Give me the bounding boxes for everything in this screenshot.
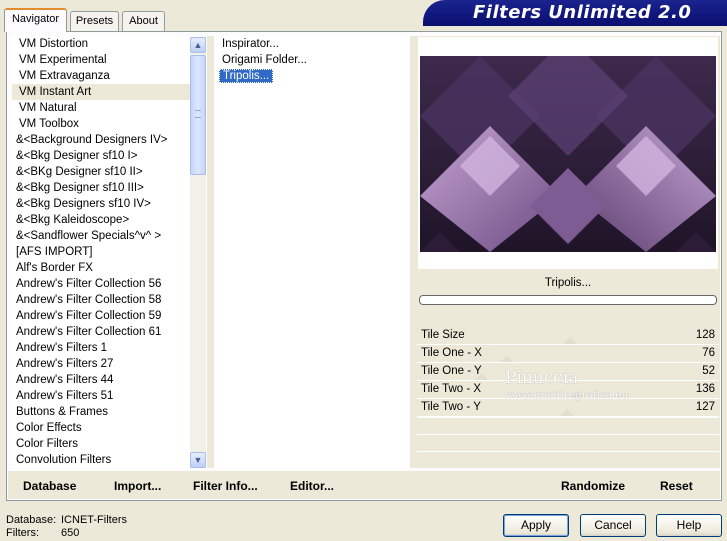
reset-button[interactable]: Reset: [660, 479, 693, 493]
filter-item-label: Tripolis...: [219, 69, 274, 83]
category-list[interactable]: VM Distortion VM Experimental VM Extravaga…: [12, 36, 190, 468]
category-item[interactable]: &<BKg Designer sf10 II>: [12, 164, 190, 180]
param-label: Tile Two - Y: [421, 401, 481, 413]
watermark-site: www.maidiregrafica.eu: [505, 389, 629, 401]
filter-list[interactable]: Inspirator... Origami Folder... Tripolis..…: [214, 36, 410, 468]
help-button[interactable]: Help: [656, 514, 722, 537]
tab-presets[interactable]: Presets: [70, 11, 119, 31]
category-item[interactable]: &<Sandflower Specials^v^ >: [12, 228, 190, 244]
category-item[interactable]: Andrew's Filter Collection 58: [12, 292, 190, 308]
param-value: 76: [702, 347, 715, 359]
param-value: 52: [702, 365, 715, 377]
param-slot-empty: [417, 451, 719, 468]
category-item[interactable]: VM Natural: [12, 100, 190, 116]
filter-item-label: Origami Folder...: [222, 54, 307, 66]
param-value: 127: [695, 401, 715, 413]
preview-image: [420, 56, 716, 252]
param-label: Tile Two - X: [421, 383, 482, 395]
category-item[interactable]: &<Background Designers IV>: [12, 132, 190, 148]
param-label: Tile One - X: [421, 347, 482, 359]
scroll-up-button[interactable]: ▲: [190, 37, 206, 53]
param-value: 128: [695, 329, 715, 341]
slider-thumb[interactable]: [500, 355, 514, 362]
category-item[interactable]: Andrew's Filters 51: [12, 388, 190, 404]
category-item[interactable]: &<Bkg Designer sf10 I>: [12, 148, 190, 164]
status-database-value: ICNET-Filters: [61, 514, 127, 526]
param-tile-one-x[interactable]: Tile One - X 76: [417, 345, 719, 363]
slider-thumb[interactable]: [563, 337, 577, 344]
apply-button[interactable]: Apply: [503, 514, 569, 537]
category-item[interactable]: Andrew's Filter Collection 61: [12, 324, 190, 340]
filter-item[interactable]: Inspirator...: [214, 36, 410, 52]
category-item[interactable]: VM Instant Art: [12, 84, 190, 100]
progress-bar: [419, 295, 717, 305]
status-filters-value: 650: [61, 527, 80, 539]
editor-button[interactable]: Editor...: [290, 479, 334, 493]
param-label: Tile One - Y: [421, 365, 482, 377]
category-item[interactable]: Andrew's Filters 44: [12, 372, 190, 388]
param-value: 136: [695, 383, 715, 395]
category-scrollbar[interactable]: ▲ ▼: [190, 37, 206, 468]
tab-about[interactable]: About: [122, 11, 165, 31]
slider-thumb[interactable]: [475, 373, 489, 380]
slider-thumb[interactable]: [560, 409, 574, 416]
category-item[interactable]: &<Bkg Designer sf10 III>: [12, 180, 190, 196]
database-button[interactable]: Database: [23, 479, 76, 493]
app-title: Filters Unlimited 2.0: [473, 2, 692, 23]
scroll-down-button[interactable]: ▼: [190, 452, 206, 468]
category-item[interactable]: Andrew's Filter Collection 56: [12, 276, 190, 292]
cancel-button[interactable]: Cancel: [580, 514, 646, 537]
param-label: Tile Size: [421, 329, 465, 341]
filter-item-label: Inspirator...: [222, 38, 279, 50]
filter-item[interactable]: Tripolis...: [214, 68, 410, 84]
category-item[interactable]: Andrew's Filter Collection 59: [12, 308, 190, 324]
watermark-name: Pinuccia: [505, 368, 579, 388]
param-slot-empty: [417, 434, 719, 451]
category-item[interactable]: Andrew's Filters 27: [12, 356, 190, 372]
import-button[interactable]: Import...: [114, 479, 161, 493]
scroll-thumb[interactable]: [190, 55, 206, 175]
grip-icon: [195, 110, 201, 118]
category-item[interactable]: &<Bkg Kaleidoscope>: [12, 212, 190, 228]
category-item[interactable]: Alf's Border FX: [12, 260, 190, 276]
category-item[interactable]: VM Experimental: [12, 52, 190, 68]
divider: [207, 36, 214, 468]
filter-info-button[interactable]: Filter Info...: [193, 479, 258, 493]
param-slot-empty: [417, 417, 719, 434]
category-item[interactable]: Buttons & Frames: [12, 404, 190, 420]
category-item[interactable]: VM Distortion: [12, 36, 190, 52]
category-item[interactable]: [AFS IMPORT]: [12, 244, 190, 260]
category-item[interactable]: VM Extravaganza: [12, 68, 190, 84]
preview-filter-name: Tripolis...: [544, 277, 592, 289]
param-tile-two-y[interactable]: Tile Two - Y 127: [417, 399, 719, 417]
param-tile-size[interactable]: Tile Size 128: [417, 327, 719, 345]
category-item[interactable]: Andrew's Filters 1: [12, 340, 190, 356]
category-item[interactable]: Color Filters: [12, 436, 190, 452]
category-item[interactable]: Convolution Filters: [12, 452, 190, 468]
category-item[interactable]: Color Effects: [12, 420, 190, 436]
status-filters-label: Filters:: [6, 527, 39, 539]
category-item[interactable]: VM Toolbox: [12, 116, 190, 132]
tab-navigator[interactable]: Navigator: [4, 8, 67, 32]
filter-item[interactable]: Origami Folder...: [214, 52, 410, 68]
category-item[interactable]: &<Bkg Designers sf10 IV>: [12, 196, 190, 212]
status-database-label: Database:: [6, 514, 57, 526]
randomize-button[interactable]: Randomize: [561, 479, 625, 493]
